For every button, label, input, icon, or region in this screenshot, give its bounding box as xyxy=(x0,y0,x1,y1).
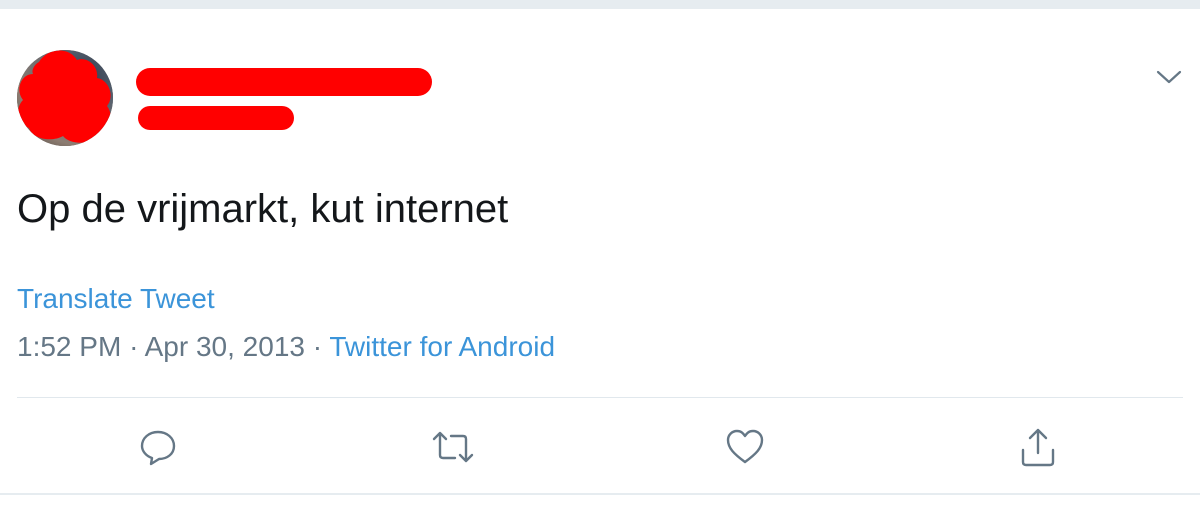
tweet-date[interactable]: Apr 30, 2013 xyxy=(145,331,305,362)
like-button[interactable] xyxy=(720,422,770,472)
meta-separator: · xyxy=(312,331,323,362)
heart-icon xyxy=(726,429,764,464)
translate-tweet-link[interactable]: Translate Tweet xyxy=(17,282,215,316)
username-redaction xyxy=(138,106,294,130)
avatar[interactable] xyxy=(17,50,113,146)
retweet-icon xyxy=(432,431,474,463)
retweet-button[interactable] xyxy=(428,422,478,472)
top-strip xyxy=(0,0,1200,9)
meta-separator: · xyxy=(129,331,139,362)
tweet-source-link[interactable]: Twitter for Android xyxy=(329,331,555,362)
reply-button[interactable] xyxy=(133,422,183,472)
tweet-meta: 1:52 PM · Apr 30, 2013 · Twitter for And… xyxy=(17,330,555,364)
display-name-redaction xyxy=(136,68,432,96)
divider xyxy=(17,397,1183,398)
share-icon xyxy=(1021,428,1055,467)
tweet-text: Op de vrijmarkt, kut internet xyxy=(17,187,509,231)
share-button[interactable] xyxy=(1013,422,1063,472)
bottom-separator xyxy=(0,493,1200,495)
reply-icon xyxy=(140,430,176,466)
tweet-time[interactable]: 1:52 PM xyxy=(17,331,121,362)
chevron-down-icon[interactable] xyxy=(1156,66,1182,88)
avatar-redaction xyxy=(18,50,111,143)
